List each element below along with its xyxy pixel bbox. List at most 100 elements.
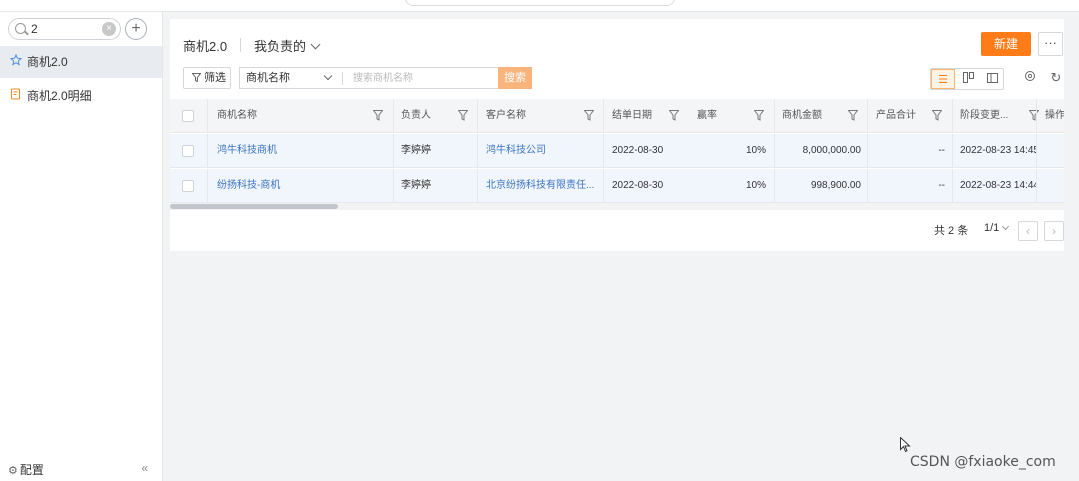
config-link[interactable]: 配置 <box>20 463 44 477</box>
opportunity-name-link[interactable]: 纷扬科技-商机 <box>217 169 387 203</box>
product-total-cell: -- <box>938 145 945 156</box>
filter-label: 筛选 <box>204 72 227 84</box>
column-header[interactable]: 商机名称 <box>217 99 337 133</box>
list-panel: 商机2.0 我负责的 新建 ··· 筛选 商机名称 搜索 ☰ ↻ 商机名称 <box>170 19 1064 251</box>
stage-changed-cell: 2022-08-23 14:44 <box>960 180 1036 191</box>
column-header[interactable]: 客户名称 <box>486 99 586 133</box>
divider <box>952 134 953 168</box>
filter-button[interactable]: 筛选 <box>183 67 231 89</box>
sidebar-search[interactable]: × <box>8 18 121 40</box>
prev-page-button[interactable]: ‹ <box>1018 221 1038 241</box>
owner-cell: 李婷婷 <box>401 145 431 156</box>
new-button[interactable]: 新建 <box>981 32 1031 56</box>
next-page-button[interactable]: › <box>1044 221 1064 241</box>
filter-icon <box>192 72 204 84</box>
search-button[interactable]: 搜索 <box>498 67 532 89</box>
sidebar-search-input[interactable] <box>31 22 101 36</box>
view-scope-label: 我负责的 <box>254 39 307 54</box>
close-date-cell: 2022-08-30 <box>612 145 664 156</box>
opportunity-name-link[interactable]: 鸿牛科技商机 <box>217 134 387 168</box>
divider <box>393 99 394 133</box>
column-filter-icon[interactable] <box>584 110 595 122</box>
divider <box>207 169 208 203</box>
stage-changed-cell: 2022-08-23 14:45 <box>960 145 1036 156</box>
refresh-icon[interactable]: ↻ <box>1047 69 1065 87</box>
view-mode-switcher: ☰ <box>930 68 1004 90</box>
view-scope-dropdown[interactable]: 我负责的 <box>254 36 321 55</box>
divider <box>240 38 241 52</box>
column-header[interactable]: 赢率 <box>697 99 737 133</box>
divider <box>393 169 394 203</box>
settings-icon[interactable] <box>1021 69 1039 87</box>
customer-name-link[interactable]: 鸿牛科技公司 <box>486 134 600 168</box>
divider <box>393 134 394 168</box>
column-filter-icon[interactable] <box>373 110 384 122</box>
column-filter-icon[interactable] <box>932 110 943 122</box>
watermark: CSDN @fxiaoke_com <box>910 454 1056 470</box>
detail-object-icon <box>10 80 23 112</box>
page-indicator: 1/1 <box>984 222 1000 234</box>
kanban-view-icon[interactable] <box>956 69 980 89</box>
horizontal-scrollbar[interactable] <box>170 203 1064 210</box>
row-checkbox[interactable] <box>182 145 194 157</box>
row-checkbox[interactable] <box>182 180 194 192</box>
starred-object-icon <box>9 46 23 78</box>
column-filter-icon[interactable] <box>848 110 859 122</box>
search-field-select[interactable]: 商机名称 <box>239 67 343 89</box>
add-button[interactable]: + <box>125 18 147 40</box>
column-header[interactable]: 阶段变更... <box>960 99 1020 133</box>
divider <box>867 99 868 133</box>
table-row[interactable]: 纷扬科技-商机 李婷婷 北京纷扬科技有限责任... 2022-08-30 10%… <box>170 169 1064 203</box>
close-date-cell: 2022-08-30 <box>612 180 664 191</box>
select-all-checkbox[interactable] <box>182 110 194 122</box>
chevron-down-icon <box>323 71 333 81</box>
table-header: 商机名称 负责人 客户名称 结单日期 赢率 商机金额 产品合计 阶段变更... … <box>170 99 1064 133</box>
global-search-pill[interactable] <box>405 0 675 6</box>
divider <box>477 134 478 168</box>
divider <box>867 134 868 168</box>
clear-icon[interactable]: × <box>102 22 116 36</box>
owner-cell: 李婷婷 <box>401 180 431 191</box>
column-filter-icon[interactable] <box>754 110 765 122</box>
divider <box>1036 99 1037 133</box>
amount-cell: 8,000,000.00 <box>802 145 861 156</box>
divider <box>603 134 604 168</box>
sidebar-item-opportunity[interactable]: 商机2.0 <box>0 46 162 78</box>
amount-cell: 998,900.00 <box>810 180 861 191</box>
divider <box>774 169 775 203</box>
customer-name-link[interactable]: 北京纷扬科技有限责任... <box>486 169 600 203</box>
divider <box>1036 169 1037 203</box>
more-button[interactable]: ··· <box>1038 32 1063 56</box>
column-header[interactable]: 商机金额 <box>782 99 842 133</box>
split-view-icon[interactable] <box>980 69 1004 89</box>
divider <box>952 99 953 133</box>
page-select[interactable]: 1/1 <box>984 222 1010 234</box>
sidebar-item-opportunity-detail[interactable]: 商机2.0明细 <box>0 80 162 112</box>
scrollbar-thumb[interactable] <box>170 204 338 209</box>
divider <box>1036 134 1037 168</box>
search-icon <box>15 23 26 34</box>
collapse-sidebar-icon[interactable]: « <box>141 461 148 475</box>
search-field-value: 商机名称 <box>246 72 290 84</box>
chevron-down-icon <box>310 39 321 50</box>
table-row[interactable]: 鸿牛科技商机 李婷婷 鸿牛科技公司 2022-08-30 10% 8,000,0… <box>170 134 1064 168</box>
column-filter-icon[interactable] <box>669 110 680 122</box>
win-rate-cell: 10% <box>745 145 766 156</box>
column-header[interactable]: 产品合计 <box>876 99 936 133</box>
product-total-cell: -- <box>938 180 945 191</box>
column-filter-icon[interactable] <box>1029 110 1040 122</box>
divider <box>867 169 868 203</box>
top-bar <box>0 0 1079 12</box>
sidebar-item-label: 商机2.0明细 <box>27 89 92 103</box>
divider <box>207 99 208 133</box>
search-input[interactable] <box>343 67 498 89</box>
divider <box>477 169 478 203</box>
list-view-icon[interactable]: ☰ <box>931 69 955 89</box>
sidebar-item-label: 商机2.0 <box>27 55 68 69</box>
column-header[interactable]: 负责人 <box>401 99 451 133</box>
column-filter-icon[interactable] <box>458 110 469 122</box>
column-header[interactable]: 结单日期 <box>612 99 672 133</box>
chevron-down-icon <box>1002 222 1010 231</box>
sidebar: × + 商机2.0 商机2.0明细 ⚙配置 « <box>0 12 163 481</box>
divider <box>774 134 775 168</box>
